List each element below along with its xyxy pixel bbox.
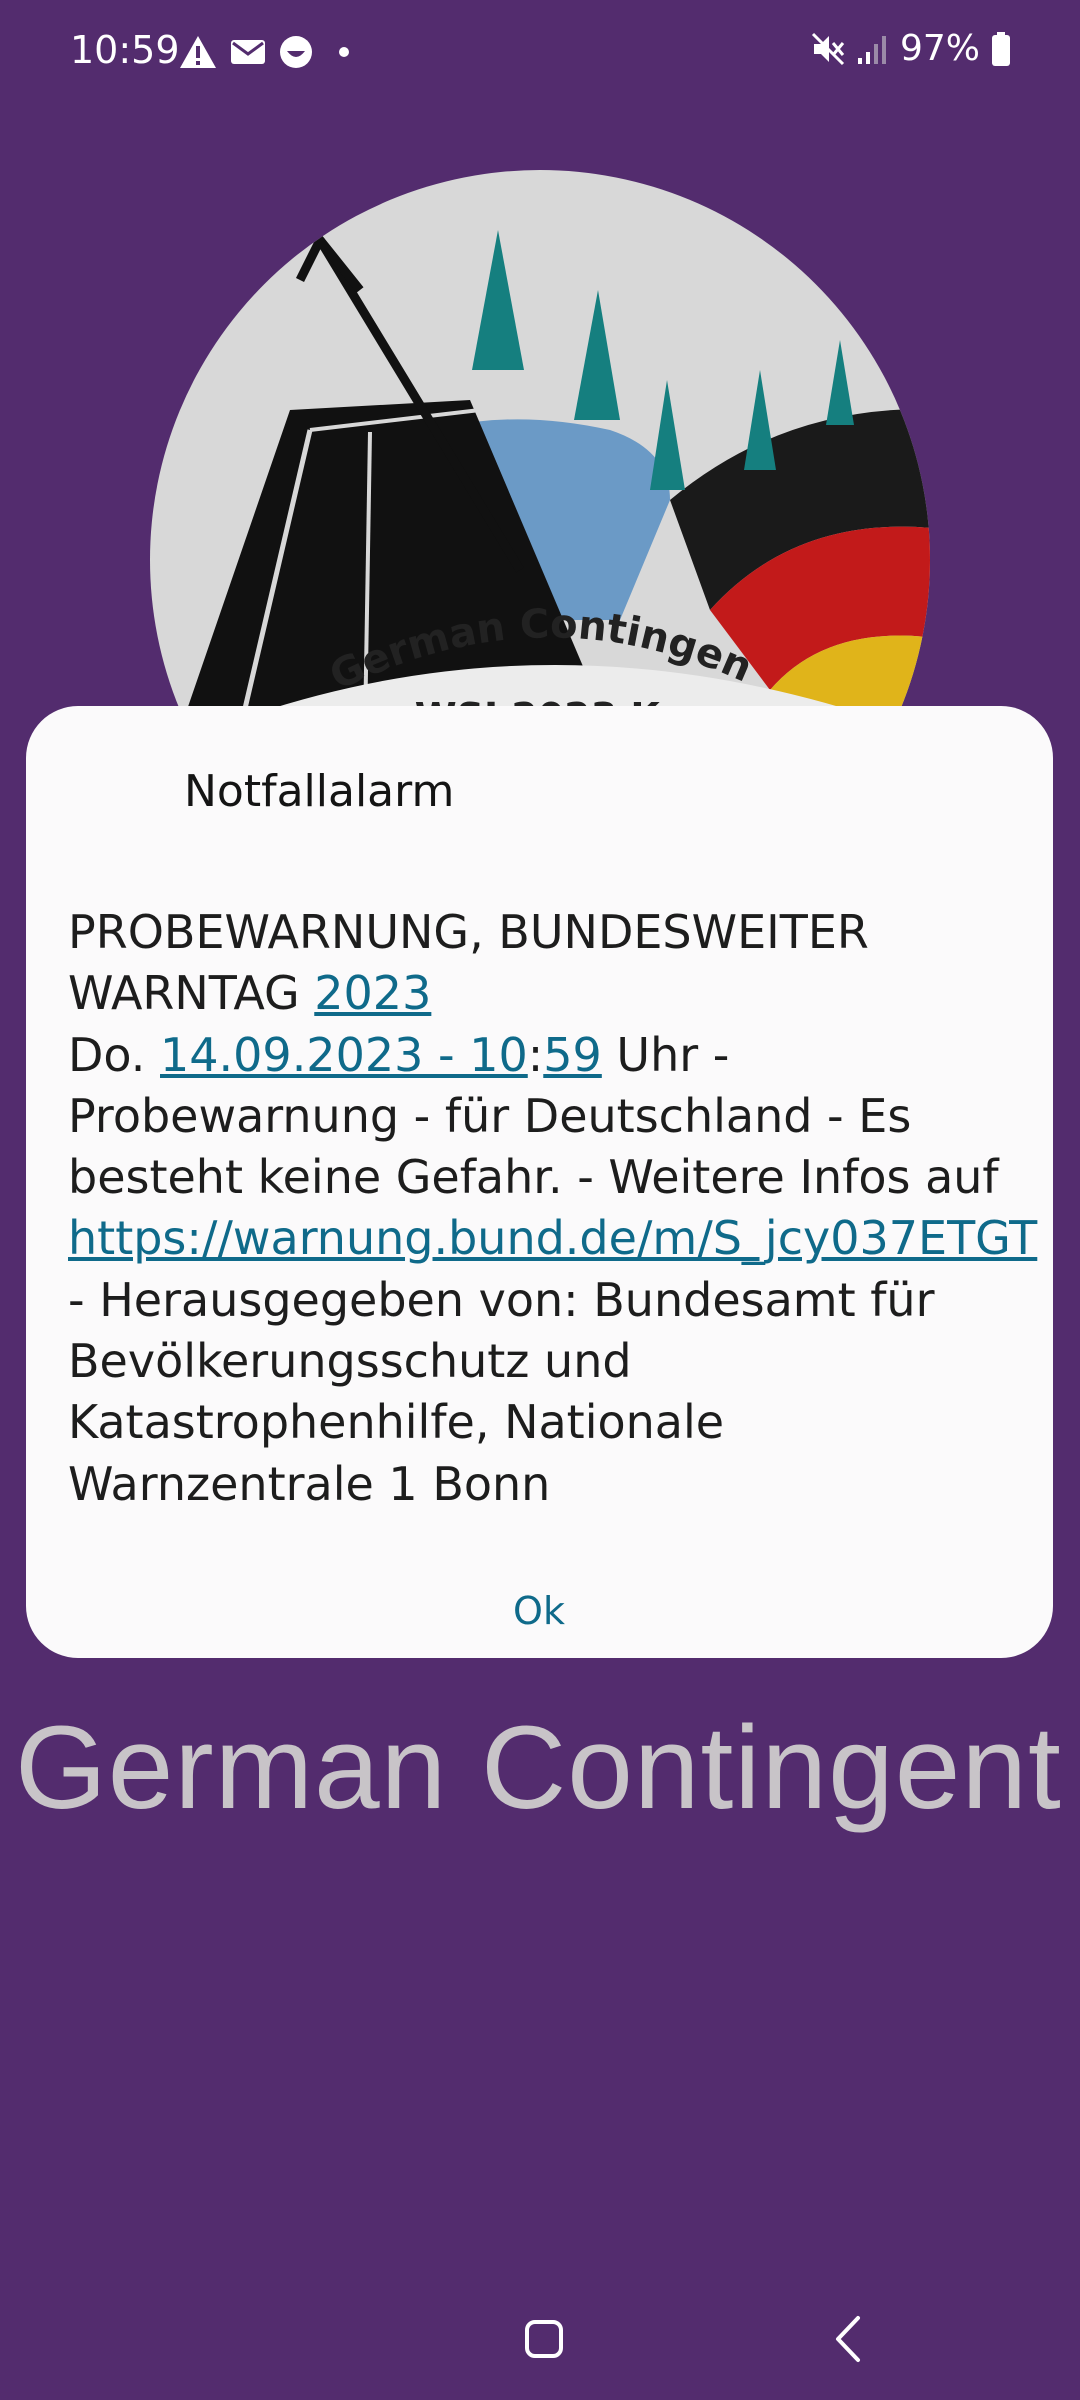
link-url[interactable]: https://warnung.bund.de/m/S_jcy037ETGT [68, 1211, 1037, 1265]
navigation-bar [0, 2290, 1080, 2400]
smiley-icon [280, 36, 312, 68]
mail-icon [231, 40, 265, 64]
contingent-title: German Contingent [15, 1702, 1062, 1834]
dialog-title: Notfallalarm [184, 766, 455, 817]
system-icons: 97% [810, 28, 1012, 69]
back-icon[interactable] [828, 2314, 868, 2364]
dialog-message: PROBEWARNUNG, BUNDESWEITER WARNTAG 2023 D… [68, 902, 1037, 1515]
message-text: PROBEWARNUNG, BUNDESWEITER WARNTAG [68, 905, 869, 1021]
message-text: - Herausgegeben von: Bundesamt für Bevöl… [68, 1272, 935, 1511]
ok-button[interactable]: Ok [476, 1576, 602, 1646]
mute-icon [811, 32, 845, 65]
dot-icon [339, 47, 349, 57]
status-time: 10:59 [70, 28, 180, 72]
link-minute[interactable]: 59 [543, 1028, 602, 1082]
notification-icons [178, 34, 352, 70]
status-bar: 10:59 97% [0, 0, 1080, 104]
link-year[interactable]: 2023 [314, 966, 431, 1020]
emergency-alert-dialog: Notfallalarm PROBEWARNUNG, BUNDESWEITER … [26, 706, 1053, 1658]
link-date[interactable]: 14.09.2023 - 10 [160, 1028, 528, 1082]
message-text: : [527, 1027, 544, 1082]
warning-icon [180, 36, 216, 68]
message-text: Do. [68, 1027, 160, 1082]
battery-percent: 97% [899, 28, 980, 69]
battery-icon [992, 31, 1010, 66]
contingent-logo: German Contingent WSJ 2023 Ko [150, 170, 950, 730]
signal-icon [857, 35, 886, 64]
home-icon[interactable] [525, 2320, 563, 2358]
